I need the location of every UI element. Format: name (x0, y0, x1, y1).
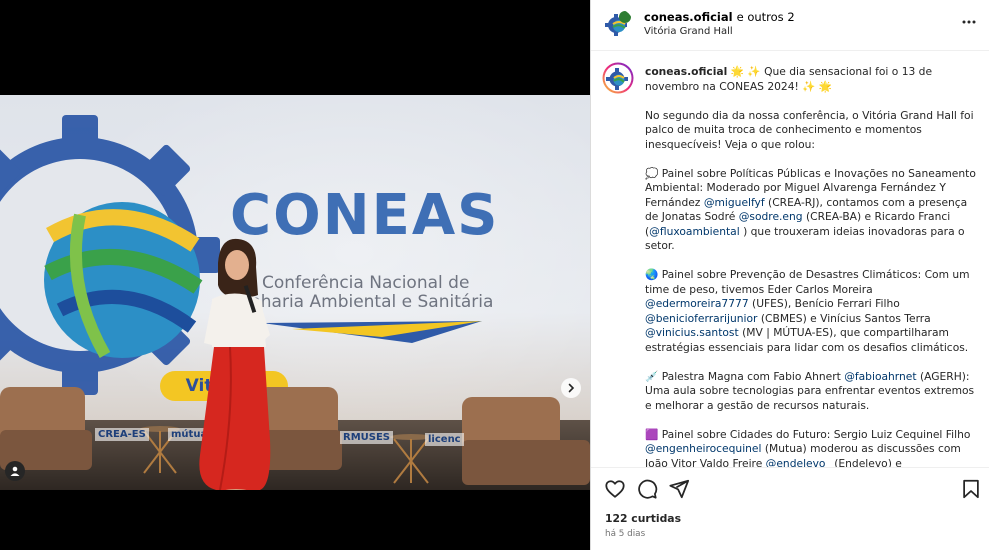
post-header: coneas.oficial e outros 2 Vitória Grand … (591, 0, 989, 51)
sponsor-logo-rmuses: RMUSES (340, 431, 394, 444)
post-media-viewer: CONEAS Conferência Nacional de nharia Am… (0, 0, 590, 550)
armchair-right-seat (462, 440, 590, 485)
ellipsis-icon (962, 20, 976, 24)
heart-icon (605, 480, 625, 498)
bookmark-icon (963, 479, 979, 499)
caption-avatar[interactable] (602, 62, 634, 94)
post-location[interactable]: Vitória Grand Hall (644, 26, 733, 37)
post-photo[interactable]: CONEAS Conferência Nacional de nharia Am… (0, 95, 590, 490)
collaborators-link[interactable]: e outros 2 (737, 10, 795, 24)
author-username[interactable]: coneas.oficial (644, 10, 733, 24)
comment-icon (638, 479, 658, 499)
sponsor-logo-licenc: licenc (425, 433, 464, 446)
post-sidebar: coneas.oficial e outros 2 Vitória Grand … (590, 0, 989, 550)
like-count[interactable]: 122 curtidas (605, 512, 681, 525)
like-button[interactable] (604, 478, 626, 500)
caption-body: 🌟 ✨ Que dia sensacional foi o 13 de nove… (645, 65, 979, 467)
caption-text-segment: (UFES), Benício Ferrari Filho (748, 297, 904, 310)
mention-link[interactable]: @sodre.eng (739, 210, 803, 223)
coneas-gear-logo-icon (603, 9, 633, 39)
avatar[interactable] (603, 9, 633, 39)
comment-button[interactable] (636, 478, 658, 500)
post-actions-bar: 122 curtidas há 5 dias (591, 467, 989, 550)
speaker-figure (199, 238, 271, 490)
mention-link[interactable]: @engenheirocequinel (645, 442, 761, 455)
save-button[interactable] (960, 478, 982, 500)
post-caption: coneas.oficial 🌟 ✨ Que dia sensacional f… (645, 65, 977, 467)
caption-text-segment: (Endelevo) e (830, 456, 902, 468)
caption-text-segment: (CBMES) e Vinícius Santos Terra (757, 311, 935, 325)
chevron-right-icon (568, 383, 575, 393)
more-options-button[interactable] (961, 14, 977, 30)
mention-link[interactable]: @edermoreira7777 (645, 297, 749, 310)
mention-link[interactable]: @vinicius.santost (645, 326, 739, 339)
user-tag-icon (10, 466, 20, 476)
caption-username[interactable]: coneas.oficial (645, 65, 727, 78)
post-timestamp[interactable]: há 5 dias (605, 529, 645, 539)
mention-link[interactable]: @miguelfyf (704, 196, 765, 209)
post-author[interactable]: coneas.oficial e outros 2 (644, 10, 795, 24)
conference-name-line1: Conferência Nacional de (262, 273, 470, 293)
decorative-ribbon (262, 321, 482, 343)
conference-name-line2: nharia Ambiental e Sanitária (250, 292, 494, 312)
mention-link[interactable]: @endelevo_ (766, 457, 831, 468)
mention-link[interactable]: @fabioahrnet (844, 370, 916, 383)
story-ring-avatar-icon (602, 62, 634, 94)
sponsor-logo-crea: CREA-ES (95, 428, 149, 441)
tagged-people-button[interactable] (5, 461, 25, 481)
send-icon (669, 479, 690, 499)
caption-scroll-area[interactable]: coneas.oficial 🌟 ✨ Que dia sensacional f… (591, 51, 989, 467)
carousel-next-button[interactable] (561, 378, 581, 398)
mention-link[interactable]: @fluxoambiental (649, 225, 740, 238)
caption-text-segment: 🌟 ✨ Que dia sensacional foi o 13 de nove… (645, 65, 976, 209)
mention-link[interactable]: @benicioferrarijunior (645, 312, 757, 325)
share-button[interactable] (668, 478, 690, 500)
